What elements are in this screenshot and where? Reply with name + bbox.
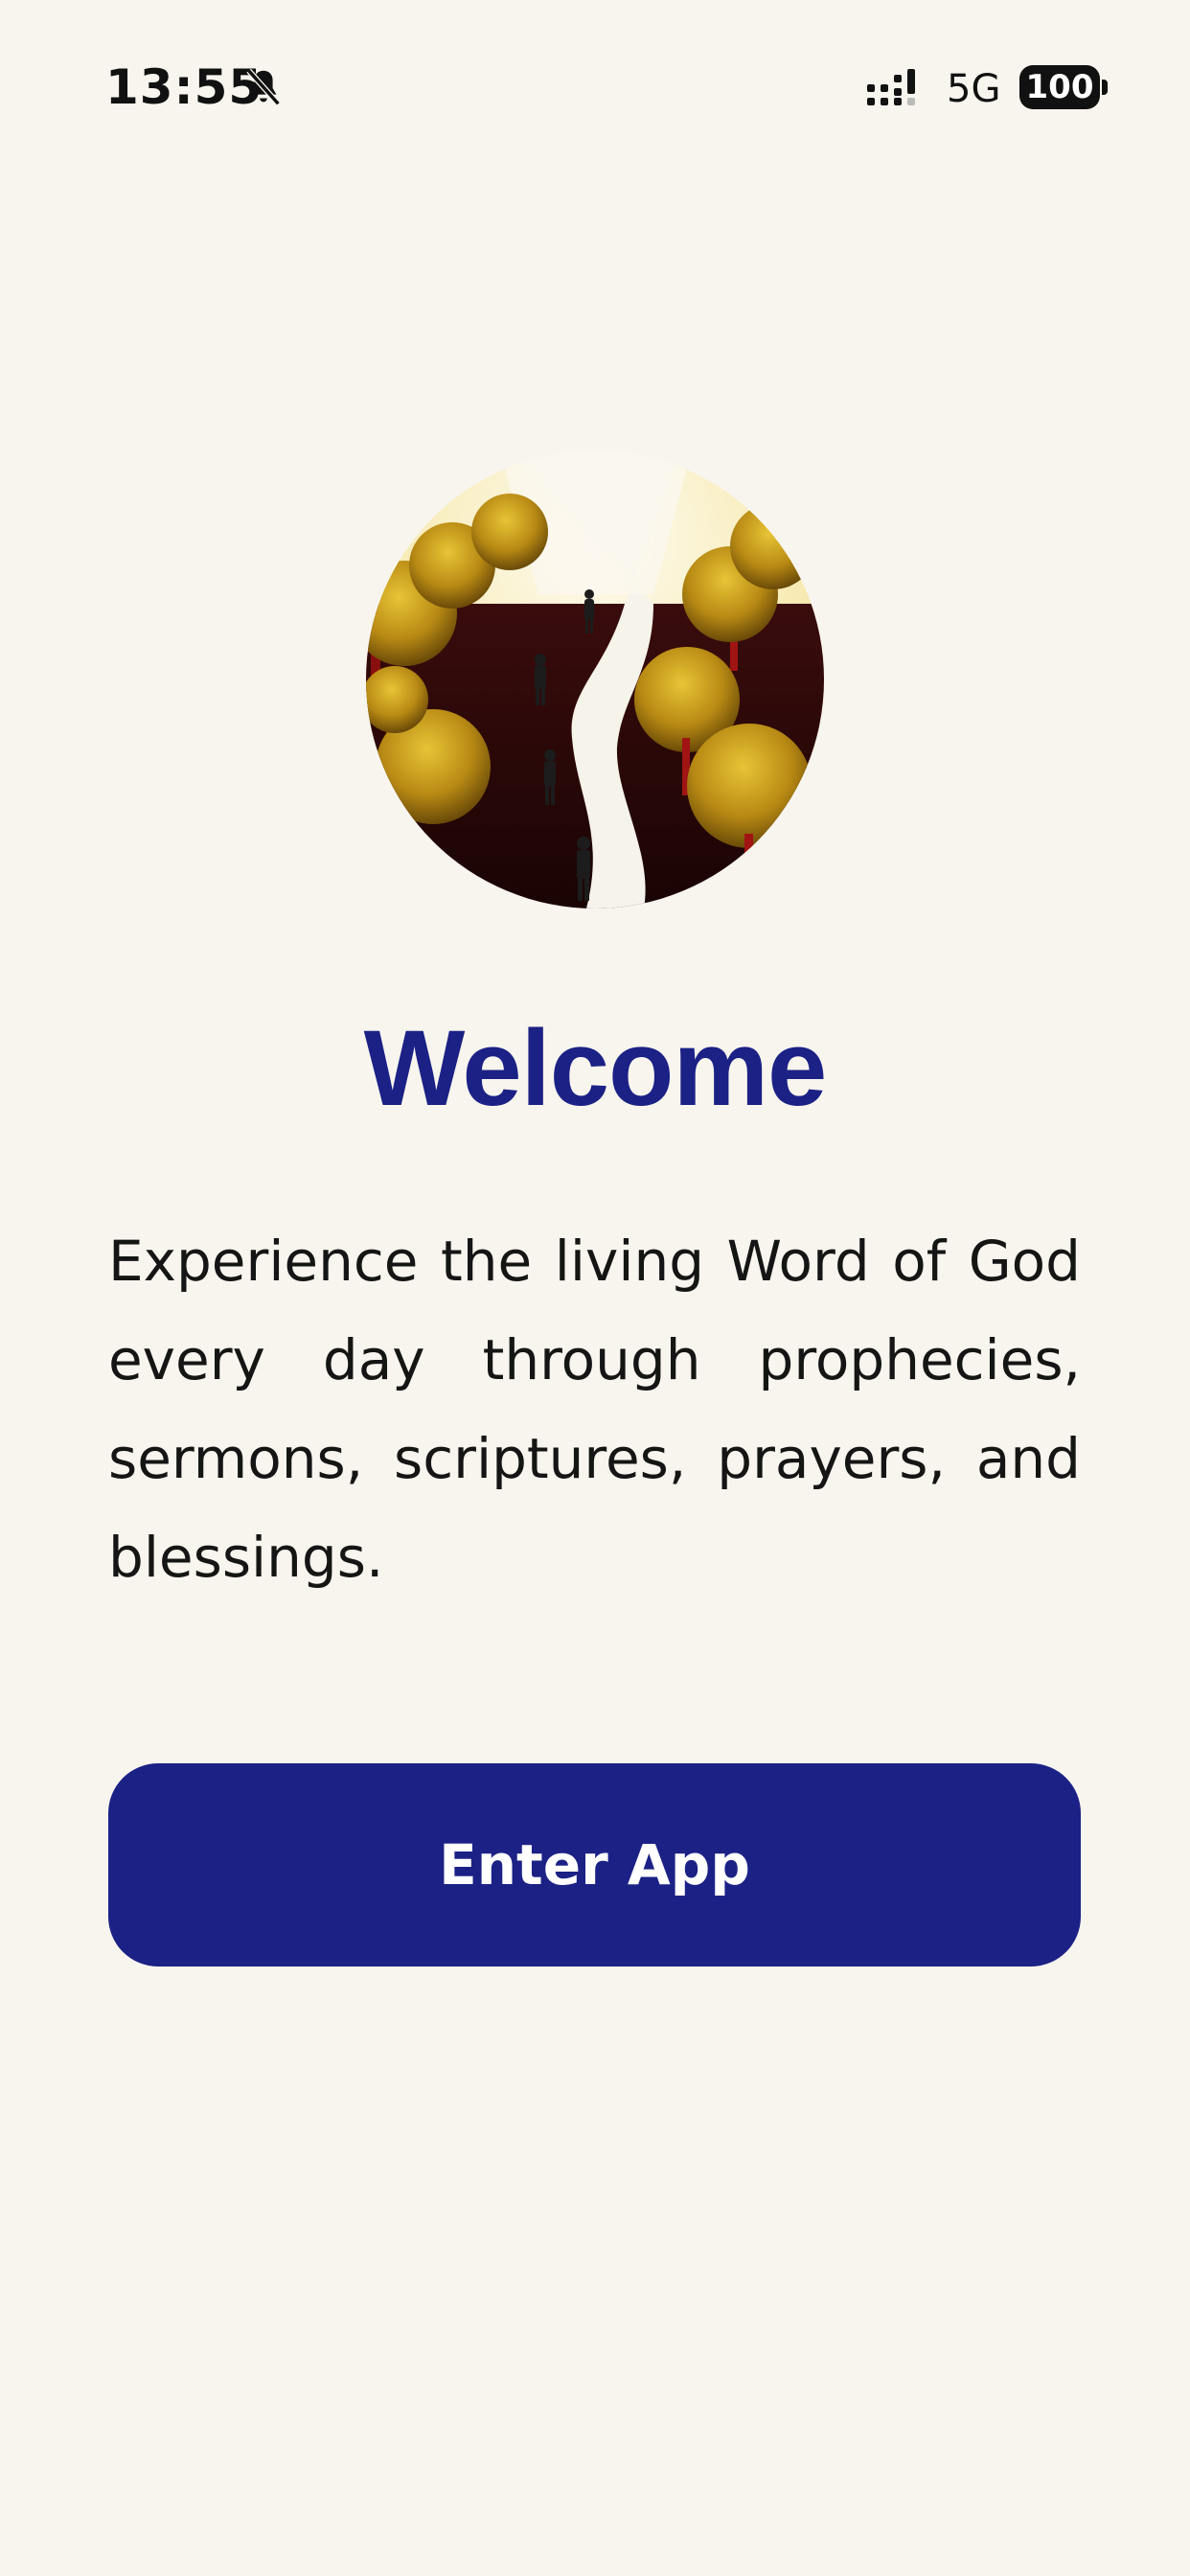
- status-bar: 13:55 5G 100: [0, 0, 1190, 172]
- path-walkers-illustration: [366, 450, 824, 908]
- welcome-title: Welcome: [363, 1008, 828, 1128]
- enter-app-button[interactable]: Enter App: [108, 1763, 1081, 1966]
- battery-tip: [1102, 80, 1108, 95]
- signal-icon: [867, 69, 915, 105]
- battery-icon: 100: [1019, 65, 1100, 109]
- status-time: 13:55: [105, 59, 263, 115]
- network-type: 5G: [947, 67, 1001, 111]
- welcome-description: Experience the living Word of God every …: [108, 1229, 1081, 1590]
- bell-slash-icon: [246, 68, 281, 106]
